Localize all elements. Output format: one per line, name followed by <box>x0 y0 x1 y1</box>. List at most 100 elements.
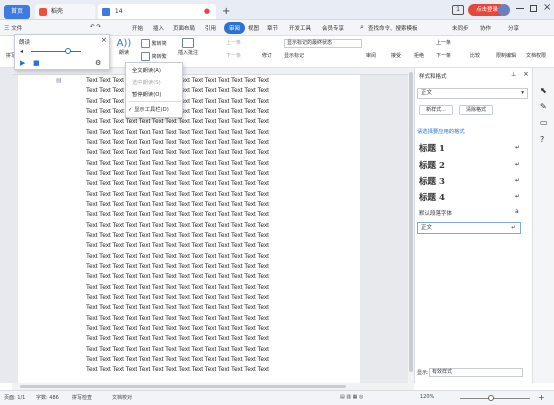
cursor-icon[interactable]: ⬉ <box>540 86 547 95</box>
document-text-line[interactable]: Text Text Text Text Text Text Text Text … <box>86 346 269 354</box>
panel-pin-icon[interactable]: ⊥ <box>511 71 516 78</box>
document-text-line[interactable]: Text Text Text Text Text Text Text Text … <box>86 180 269 188</box>
document-text-line[interactable]: Text Text Text Text Text Text Text Text … <box>86 191 269 199</box>
style-heading-4[interactable]: 标题 4 <box>419 191 445 203</box>
tab-straw[interactable]: 稻壳 <box>35 4 95 19</box>
pen-icon[interactable]: ✎ <box>540 102 547 111</box>
vertical-scroll-thumb[interactable] <box>409 72 413 372</box>
prev-change-button[interactable]: 上一条 <box>436 39 451 46</box>
document-text-line[interactable]: Text Text Text Text Text Text Text Text … <box>86 232 269 240</box>
document-text-line[interactable]: Text Text Text Text Text Text Text Text … <box>86 263 269 271</box>
simp-to-trad-button[interactable]: 繁转简 <box>141 39 167 48</box>
menu-layout[interactable]: 页面布局 <box>173 24 195 32</box>
speed-slider[interactable] <box>31 51 81 52</box>
show-marks-button[interactable]: 显示标记 <box>284 52 304 59</box>
zoom-level[interactable]: 120% <box>420 394 434 400</box>
shape-icon[interactable]: ▭ <box>540 118 548 127</box>
document-text-line[interactable]: Text Text Text Text Text Text Text Text … <box>86 118 269 126</box>
style-heading-3[interactable]: 标题 3 <box>419 175 445 187</box>
menu-file[interactable]: 三 文件 <box>4 24 22 32</box>
document-text-line[interactable]: Text Text Text Text Text Text Text Text … <box>86 366 269 374</box>
cloud-sync[interactable]: 未同步 <box>452 24 469 32</box>
menu-read-selection[interactable]: 选中朗读(S) <box>132 78 161 86</box>
doc-proof-status[interactable]: 文档校对 <box>112 394 132 401</box>
collab-button[interactable]: 协作 <box>480 24 491 32</box>
prev-comment-button[interactable]: 上一条 <box>226 39 241 46</box>
document-text-line[interactable]: Text Text Text Text Text Text Text Text … <box>86 325 269 333</box>
menu-insert[interactable]: 插入 <box>153 24 164 32</box>
document-text-line[interactable]: Text Text Text Text Text Text Text Text … <box>86 335 269 343</box>
menu-show-toolbar[interactable]: ✓ 显示工具栏(D) <box>128 105 169 113</box>
search-icon[interactable]: ⌕ <box>360 23 364 32</box>
document-page[interactable]: ▤ Text Text Text Text Text Text Text Tex… <box>18 75 360 383</box>
play-icon[interactable]: ▶ <box>20 59 25 67</box>
panel-close-icon[interactable]: × <box>523 70 529 78</box>
menu-read-all[interactable]: 全文朗读(A) <box>132 66 161 74</box>
style-heading-2[interactable]: 标题 2 <box>419 159 445 171</box>
style-heading-1[interactable]: 标题 1 <box>419 142 445 154</box>
current-style-field[interactable]: 正文 ▾ <box>417 88 528 99</box>
review-pane-button[interactable]: 审阅 <box>366 52 376 59</box>
zoom-in-icon[interactable]: + <box>538 393 545 402</box>
menu-chapter[interactable]: 章节 <box>267 24 278 32</box>
document-text-line[interactable]: Text Text Text Text Text Text Text Text … <box>86 253 269 261</box>
revise-button[interactable]: 修订 <box>262 52 272 59</box>
horizontal-scrollbar[interactable] <box>12 383 414 390</box>
insert-comment-button[interactable]: 插入批注 <box>178 38 198 56</box>
show-filter-select[interactable]: 有效样式 <box>429 368 523 377</box>
show-markup-select[interactable]: 显示标记的最终状态 <box>284 39 362 48</box>
word-count[interactable]: 字数: 486 <box>36 394 59 401</box>
zoom-slider[interactable] <box>460 398 530 399</box>
read-aloud-button[interactable]: A)) 朗读 <box>116 38 132 56</box>
menu-dev[interactable]: 开发工具 <box>289 24 311 32</box>
tab-home[interactable]: 首页 <box>4 5 30 19</box>
style-default-font[interactable]: 默认段落字体 <box>419 209 452 217</box>
document-text-line[interactable]: Text Text Text Text Text Text Text Text … <box>86 304 269 312</box>
document-text-line[interactable]: Text Text Text Text Text Text Text Text … <box>86 201 269 209</box>
share-button[interactable]: 分享 <box>508 24 519 32</box>
document-text-line[interactable]: Text Text Text Text Text Text Text Text … <box>86 170 269 178</box>
spell-check-status[interactable]: 拼写检查 <box>72 394 92 401</box>
read-toolbar-close-icon[interactable]: × <box>101 36 107 44</box>
help-icon[interactable]: ? <box>540 135 544 144</box>
trad-to-simp-button[interactable]: 简转繁 <box>141 52 167 61</box>
menu-start[interactable]: 开始 <box>132 24 143 32</box>
view-mode-icons[interactable]: ▤ ▥ ▦ ◎ <box>340 394 363 400</box>
close-icon[interactable]: × <box>543 2 551 13</box>
document-text-line[interactable]: Text Text Text Text Text Text Text Text … <box>86 211 269 219</box>
undo-icon[interactable]: ↶ ↷ <box>90 24 101 30</box>
menu-vip[interactable]: 会员专享 <box>322 24 344 32</box>
clear-format-button[interactable]: 清除格式 <box>459 105 493 115</box>
document-text-line[interactable]: Text Text Text Text Text Text Text Text … <box>86 356 269 364</box>
settings-icon[interactable]: ⚙ <box>95 59 101 67</box>
search-input[interactable]: 查找命令、搜索模板 <box>368 24 418 32</box>
avatar[interactable] <box>498 4 510 16</box>
minimize-icon[interactable] <box>516 8 524 9</box>
reject-button[interactable]: 拒绝 <box>414 52 424 59</box>
speed-thumb[interactable] <box>65 48 71 54</box>
restrict-edit-button[interactable]: 限制编辑 <box>496 52 516 59</box>
document-text-line[interactable]: Text Text Text Text Text Text Text Text … <box>86 149 269 157</box>
next-comment-button[interactable]: 下一条 <box>226 52 241 59</box>
doc-permission-button[interactable]: 文档权限 <box>526 52 546 59</box>
stop-icon[interactable]: ■ <box>33 59 40 67</box>
tab-close-icon[interactable]: ● <box>204 4 210 19</box>
document-text-line[interactable]: Text Text Text Text Text Text Text Text … <box>86 129 269 137</box>
horizontal-scroll-thumb[interactable] <box>20 385 346 388</box>
menu-reference[interactable]: 引用 <box>205 24 216 32</box>
accept-button[interactable]: 接受 <box>391 52 401 59</box>
tab-document[interactable]: 14 ● <box>98 4 216 19</box>
compare-button[interactable]: 比较 <box>470 52 480 59</box>
next-change-button[interactable]: 下一条 <box>436 52 451 59</box>
menu-pause-reading[interactable]: 暂停朗读(O) <box>132 90 162 98</box>
document-text-line[interactable]: Text Text Text Text Text Text Text Text … <box>86 242 269 250</box>
menu-view[interactable]: 视图 <box>248 24 259 32</box>
document-text-line[interactable]: Text Text Text Text Text Text Text Text … <box>86 139 269 147</box>
document-text-line[interactable]: Text Text Text Text Text Text Text Text … <box>86 273 269 281</box>
document-text-line[interactable]: Text Text Text Text Text Text Text Text … <box>86 294 269 302</box>
maximize-icon[interactable] <box>530 5 537 12</box>
document-text-line[interactable]: Text Text Text Text Text Text Text Text … <box>86 284 269 292</box>
new-style-button[interactable]: 新样式... <box>419 105 453 115</box>
document-text-line[interactable]: Text Text Text Text Text Text Text Text … <box>86 222 269 230</box>
document-text-line[interactable]: Text Text Text Text Text Text Text Text … <box>86 160 269 168</box>
